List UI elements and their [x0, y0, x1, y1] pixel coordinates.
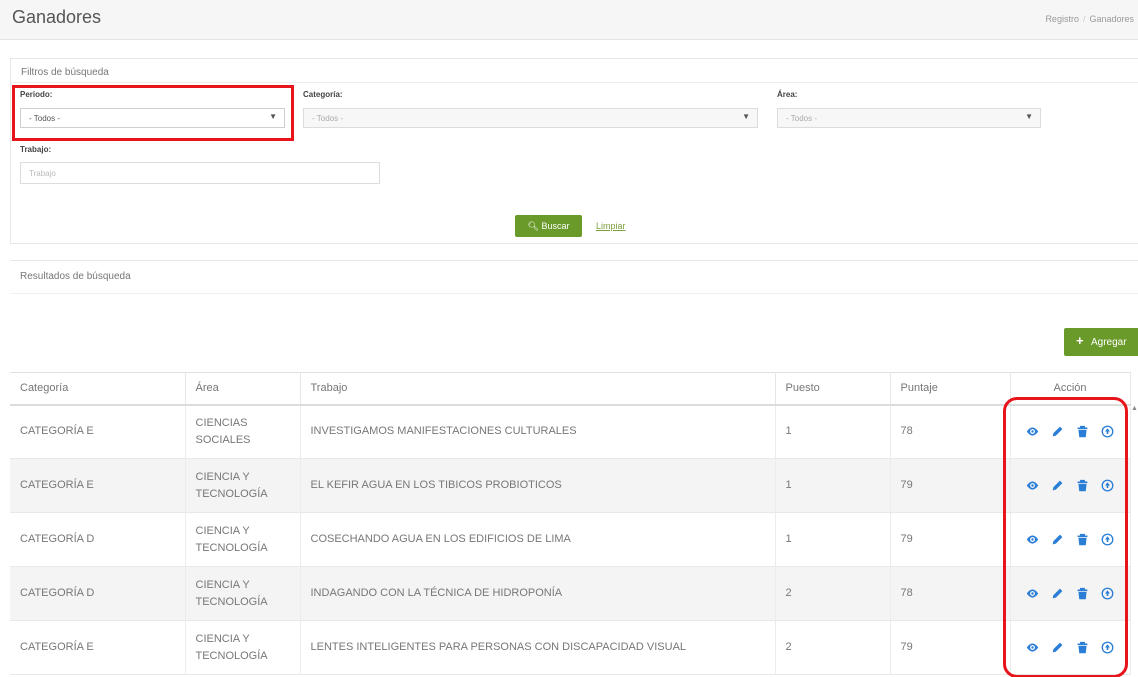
- cell-puesto: 2: [775, 566, 891, 621]
- cell-puntaje: 79: [890, 620, 1011, 675]
- divider: [11, 82, 1138, 83]
- search-button[interactable]: 🔍︎ Buscar: [515, 215, 582, 237]
- cell-puntaje: 78: [890, 566, 1011, 621]
- clear-link[interactable]: Limpiar: [596, 221, 626, 231]
- breadcrumb-item-ganadores: Ganadores: [1089, 14, 1134, 24]
- actions-highlight: [1003, 397, 1128, 677]
- trabajo-label: Trabajo:: [20, 145, 52, 154]
- area-select[interactable]: - Todos - ▼: [777, 108, 1041, 128]
- column-header-categoria[interactable]: Categoría: [10, 372, 186, 406]
- area-select-value: - Todos -: [786, 114, 817, 123]
- categoria-label: Categoría:: [303, 90, 343, 99]
- search-icon: 🔍︎: [527, 221, 539, 231]
- breadcrumb: Registro / Ganadores: [1045, 14, 1134, 24]
- cell-area: CIENCIA Y TECNOLOGÍA: [185, 512, 301, 567]
- cell-area: CIENCIA Y TECNOLOGÍA: [185, 458, 301, 513]
- cell-categoria: CATEGORÍA D: [10, 512, 186, 567]
- categoria-select-value: - Todos -: [312, 114, 343, 123]
- chevron-down-icon: ▼: [1025, 112, 1033, 121]
- results-panel-title: Resultados de búsqueda: [20, 271, 131, 282]
- table-row: CATEGORÍA E CIENCIA Y TECNOLOGÍA EL KEFIR …: [10, 458, 1131, 513]
- cell-categoria: CATEGORÍA E: [10, 458, 186, 513]
- cell-trabajo: EL KEFIR AGUA EN LOS TIBICOS PROBIOTICOS: [300, 458, 776, 513]
- categoria-select[interactable]: - Todos - ▼: [303, 108, 758, 128]
- cell-categoria: CATEGORÍA E: [10, 404, 186, 459]
- cell-puesto: 2: [775, 620, 891, 675]
- cell-categoria: CATEGORÍA D: [10, 566, 186, 621]
- table-row: CATEGORÍA D CIENCIA Y TECNOLOGÍA INDAGANDO…: [10, 566, 1131, 621]
- column-header-puesto[interactable]: Puesto: [775, 372, 891, 406]
- chevron-down-icon: ▼: [742, 112, 750, 121]
- cell-puesto: 1: [775, 404, 891, 459]
- cell-puntaje: 79: [890, 458, 1011, 513]
- search-button-label: Buscar: [541, 221, 570, 231]
- cell-puesto: 1: [775, 458, 891, 513]
- table-row: CATEGORÍA E CIENCIAS SOCIALES INVESTIGAMOS…: [10, 404, 1131, 459]
- breadcrumb-item-registro[interactable]: Registro: [1045, 14, 1079, 24]
- plus-icon: +: [1076, 333, 1084, 348]
- cell-puntaje: 78: [890, 404, 1011, 459]
- cell-area: CIENCIA Y TECNOLOGÍA: [185, 620, 301, 675]
- table-row: CATEGORÍA E CIENCIA Y TECNOLOGÍA LENTES IN…: [10, 620, 1131, 675]
- cell-trabajo: INVESTIGAMOS MANIFESTACIONES CULTURALES: [300, 404, 776, 459]
- page-header: Ganadores Registro / Ganadores: [0, 0, 1138, 40]
- results-table: Categoría Área Trabajo Puesto Puntaje Ac…: [10, 372, 1131, 675]
- table-header-row: Categoría Área Trabajo Puesto Puntaje Ac…: [10, 372, 1131, 406]
- add-button[interactable]: + Agregar: [1064, 328, 1138, 356]
- cell-trabajo: COSECHANDO AGUA EN LOS EDIFICIOS DE LIMA: [300, 512, 776, 567]
- cell-puesto: 1: [775, 512, 891, 567]
- column-header-puntaje[interactable]: Puntaje: [890, 372, 1011, 406]
- cell-categoria: CATEGORÍA E: [10, 620, 186, 675]
- cell-trabajo: LENTES INTELIGENTES PARA PERSONAS CON DI…: [300, 620, 776, 675]
- cell-area: CIENCIAS SOCIALES: [185, 404, 301, 459]
- page-title: Ganadores: [12, 7, 102, 27]
- periodo-highlight: [12, 85, 294, 141]
- add-button-label: Agregar: [1091, 337, 1127, 348]
- cell-trabajo: INDAGANDO CON LA TÉCNICA DE HIDROPONÍA: [300, 566, 776, 621]
- trabajo-input[interactable]: Trabajo: [20, 162, 380, 184]
- cell-area: CIENCIA Y TECNOLOGÍA: [185, 566, 301, 621]
- scroll-up-icon[interactable]: ▲: [1131, 405, 1138, 412]
- column-header-trabajo[interactable]: Trabajo: [300, 372, 776, 406]
- table-row: CATEGORÍA D CIENCIA Y TECNOLOGÍA COSECHAND…: [10, 512, 1131, 567]
- filter-panel-title: Filtros de búsqueda: [21, 67, 109, 78]
- column-header-area[interactable]: Área: [185, 372, 301, 406]
- cell-puntaje: 79: [890, 512, 1011, 567]
- results-panel: Resultados de búsqueda: [10, 260, 1138, 294]
- area-label: Área:: [777, 90, 798, 99]
